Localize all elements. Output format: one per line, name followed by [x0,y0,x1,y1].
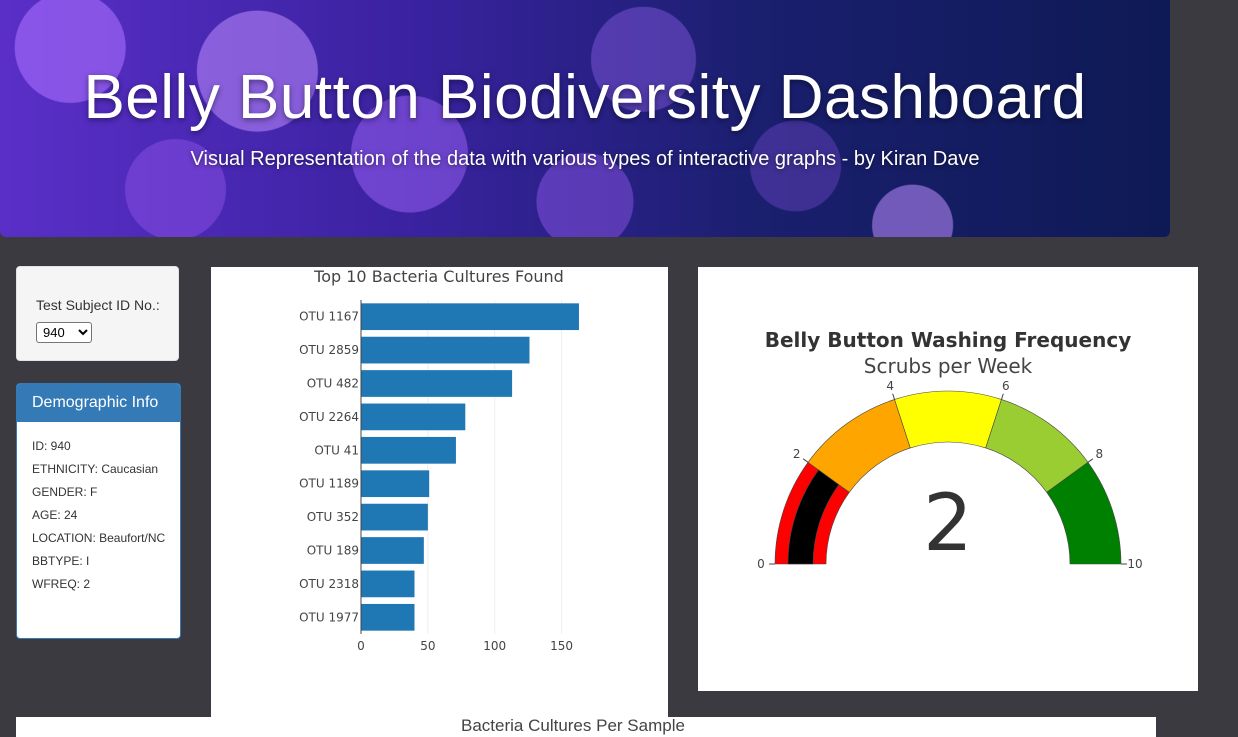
bar-chart-x-tick-label: 0 [357,639,365,653]
bar-chart-category-label: OTU 41 [314,443,359,457]
gauge-title: Belly Button Washing Frequency [765,328,1131,352]
bar-chart-bar [361,303,579,331]
bar-chart-category-label: OTU 352 [307,510,359,524]
bar-chart-bar [361,436,456,464]
gauge-tick [1087,458,1094,463]
gauge-tick [802,458,809,463]
bar-chart-category-label: OTU 1977 [299,610,359,624]
bar-chart-bar [361,603,415,631]
demographic-row: AGE: 24 [32,508,78,522]
bar-chart-category-label: OTU 2859 [299,343,359,357]
bar-chart-category-label: OTU 189 [307,544,359,558]
bar-chart-bar [361,537,424,564]
gauge-tick-label: 0 [757,557,765,571]
page-subtitle: Visual Representation of the data with v… [190,148,980,170]
bar-chart-bar [361,503,428,531]
gauge-value-number: 2 [923,479,973,569]
bubble-chart-card: Bacteria Cultures Per Sample [16,716,1156,737]
bar-chart-category-label: OTU 1189 [299,477,359,491]
demographic-info-panel: Demographic Info ID: 940 ETHNICITY: Cauca… [16,383,181,639]
gauge-tick-label: 6 [1002,379,1010,393]
bar-chart-bar [361,570,415,598]
gauge-tick-label: 10 [1127,557,1142,571]
bar-chart-card: Top 10 Bacteria Cultures Found 0 50 100 150 O… [211,267,668,723]
bar-chart-bar [361,470,430,498]
bar-chart-category-label: OTU 2318 [299,577,359,591]
subject-id-label: Test Subject ID No.: [36,297,160,313]
gauge-step-band [894,390,1002,449]
gauge-subtitle: Scrubs per Week [864,354,1033,378]
subject-id-select[interactable]: 940 [36,322,92,343]
gauge-tick-label: 2 [793,447,801,461]
bar-chart-x-tick-label: 100 [483,639,506,653]
demographic-row: GENDER: F [32,485,98,499]
bar-chart-category-label: OTU 2264 [299,410,359,424]
demographic-row: ID: 940 [32,439,71,453]
bar-chart-x-tick-label: 50 [420,639,435,653]
gauge-tick-label: 4 [886,379,894,393]
bubble-chart-title: Bacteria Cultures Per Sample [461,716,685,735]
bar-chart[interactable]: Top 10 Bacteria Cultures Found 0 50 100 150 O… [211,267,668,723]
gauge-chart-card: Belly Button Washing Frequency Scrubs per… [698,267,1198,691]
demographic-info-body: ID: 940 ETHNICITY: Caucasian GENDER: F AGE:… [17,422,180,591]
header-jumbotron: Belly Button Biodiversity Dashboard Visu… [0,0,1170,237]
gauge-tick-label: 8 [1095,447,1103,461]
gauge-chart[interactable]: Belly Button Washing FrequencyScrubs per… [698,267,1198,691]
demographic-info-heading: Demographic Info [17,384,180,422]
bar-chart-category-label: OTU 1167 [299,310,359,324]
demographic-row: BBTYPE: I [32,554,90,568]
bar-chart-x-tick-label: 150 [550,639,573,653]
demographic-row: WFREQ: 2 [32,577,91,591]
bar-chart-title: Top 10 Bacteria Cultures Found [313,267,564,286]
gauge-tick [892,393,896,400]
demographic-row: ETHNICITY: Caucasian [32,462,159,476]
bar-chart-bar [361,370,513,397]
bar-chart-bar [361,336,530,364]
subject-selector-well: Test Subject ID No.: 940 [16,266,179,361]
page-title: Belly Button Biodiversity Dashboard [83,63,1087,132]
demographic-row: LOCATION: Beaufort/NC [32,531,166,545]
bar-chart-category-label: OTU 482 [307,377,359,391]
bar-chart-bar [361,403,466,431]
gauge-tick [1000,393,1004,400]
